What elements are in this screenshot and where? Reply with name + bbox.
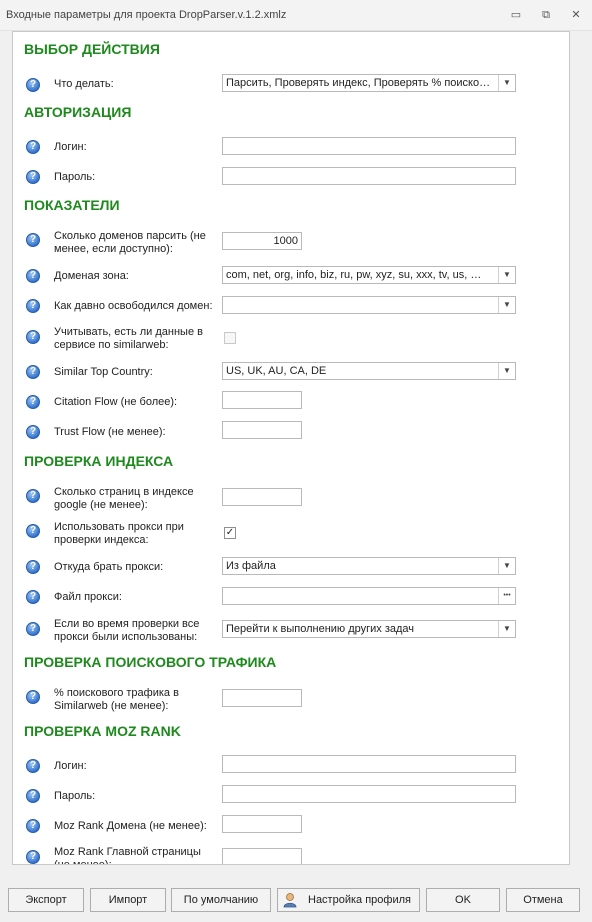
import-button[interactable]: Импорт (90, 888, 166, 912)
section-metrics: ПОКАЗАТЕЛИ (24, 197, 120, 213)
help-icon[interactable]: ? (26, 560, 40, 574)
trust-flow-label: Trust Flow (не менее): (54, 426, 166, 438)
chevron-down-icon[interactable]: ▼ (498, 621, 515, 637)
proxy-file-label: Файл прокси: (54, 591, 122, 603)
freed-when-label: Как давно освободился домен: (54, 300, 213, 312)
moz-main-page-label: Moz Rank Главной страницы (не менее): (54, 846, 201, 865)
similar-top-country-label: Similar Top Country: (54, 366, 153, 378)
section-action: ВЫБОР ДЕЙСТВИЯ (24, 41, 160, 57)
domain-count-field[interactable]: 1000 (222, 232, 302, 250)
password-field[interactable] (222, 167, 516, 185)
login-field[interactable] (222, 137, 516, 155)
help-icon[interactable]: ? (26, 395, 40, 409)
help-icon[interactable]: ? (26, 850, 40, 864)
moz-password-field[interactable] (222, 785, 516, 803)
citation-flow-field[interactable] (222, 391, 302, 409)
chevron-down-icon[interactable]: ▼ (498, 558, 515, 574)
moz-login-label: Логин: (54, 760, 87, 772)
help-icon[interactable]: ? (26, 170, 40, 184)
what-to-do-value: Парсить, Проверять индекс, Проверять % п… (226, 77, 491, 89)
similarweb-data-checkbox[interactable] (224, 332, 236, 344)
trust-flow-field[interactable] (222, 421, 302, 439)
section-auth: АВТОРИЗАЦИЯ (24, 104, 132, 120)
similarweb-data-label: Учитывать, есть ли данные в сервисе по s… (54, 326, 203, 351)
login-label: Логин: (54, 141, 87, 153)
domain-zone-label: Доменая зона: (54, 270, 129, 282)
what-to-do-select[interactable]: Парсить, Проверять индекс, Проверять % п… (222, 74, 516, 92)
proxy-file-field[interactable]: ••• (222, 587, 516, 605)
vertical-scrollbar[interactable]: ▲ ▼ (568, 32, 569, 864)
section-moz: ПРОВЕРКА MOZ RANK (24, 723, 181, 739)
help-icon[interactable]: ? (26, 590, 40, 604)
moz-login-field[interactable] (222, 755, 516, 773)
pages-in-index-field[interactable] (222, 488, 302, 506)
proxy-source-select[interactable]: Из файла ▼ (222, 557, 516, 575)
help-icon[interactable]: ? (26, 524, 40, 538)
help-icon[interactable]: ? (26, 233, 40, 247)
defaults-button[interactable]: По умолчанию (171, 888, 271, 912)
help-icon[interactable]: ? (26, 425, 40, 439)
user-icon (283, 892, 297, 908)
browse-icon[interactable]: ••• (498, 588, 515, 604)
citation-flow-label: Citation Flow (не более): (54, 396, 178, 408)
domain-count-label: Сколько доменов парсить (не менее, если … (54, 230, 206, 255)
moz-password-label: Пароль: (54, 790, 96, 802)
what-to-do-label: Что делать: (54, 78, 114, 90)
search-traffic-label: % поискового трафика в Similarweb (не ме… (54, 687, 179, 712)
settings-panel: ВЫБОР ДЕЙСТВИЯ ? Что делать: Парсить, Пр… (12, 31, 570, 865)
restore-icon[interactable]: ⧉ (538, 8, 554, 22)
help-icon[interactable]: ? (26, 789, 40, 803)
help-icon[interactable]: ? (26, 140, 40, 154)
help-icon[interactable]: ? (26, 299, 40, 313)
minimize-icon[interactable]: ▭ (508, 8, 524, 22)
chevron-down-icon[interactable]: ▼ (498, 297, 515, 313)
proxies-used-value: Перейти к выполнению других задач (226, 623, 415, 635)
close-icon[interactable]: ✕ (568, 8, 584, 22)
chevron-down-icon[interactable]: ▼ (498, 267, 515, 283)
chevron-down-icon[interactable]: ▼ (498, 363, 515, 379)
export-button[interactable]: Экспорт (8, 888, 84, 912)
help-icon[interactable]: ? (26, 489, 40, 503)
proxy-source-value: Из файла (226, 560, 276, 572)
help-icon[interactable]: ? (26, 819, 40, 833)
help-icon[interactable]: ? (26, 269, 40, 283)
cancel-button[interactable]: Отмена (506, 888, 580, 912)
domain-zone-value: com, net, org, info, biz, ru, pw, xyz, s… (226, 269, 482, 281)
section-index: ПРОВЕРКА ИНДЕКСА (24, 453, 174, 469)
profile-settings-label: Настройка профиля (308, 894, 411, 906)
help-icon[interactable]: ? (26, 365, 40, 379)
freed-when-select[interactable]: ▼ (222, 296, 516, 314)
proxies-used-label: Если во время проверки все прокси были и… (54, 618, 200, 643)
proxies-used-select[interactable]: Перейти к выполнению других задач ▼ (222, 620, 516, 638)
pages-in-index-label: Сколько страниц в индексе google (не мен… (54, 486, 194, 511)
use-proxy-label: Использовать прокси при проверки индекса… (54, 521, 184, 546)
chevron-down-icon[interactable]: ▼ (498, 75, 515, 91)
help-icon[interactable]: ? (26, 622, 40, 636)
profile-settings-button[interactable]: Настройка профиля (277, 888, 420, 912)
domain-zone-select[interactable]: com, net, org, info, biz, ru, pw, xyz, s… (222, 266, 516, 284)
password-label: Пароль: (54, 171, 96, 183)
proxy-source-label: Откуда брать прокси: (54, 561, 164, 573)
help-icon[interactable]: ? (26, 759, 40, 773)
help-icon[interactable]: ? (26, 78, 40, 92)
similar-top-country-select[interactable]: US, UK, AU, CA, DE ▼ (222, 362, 516, 380)
similar-top-country-value: US, UK, AU, CA, DE (226, 365, 327, 377)
help-icon[interactable]: ? (26, 690, 40, 704)
title-bar: Входные параметры для проекта DropParser… (0, 0, 592, 31)
window-title: Входные параметры для проекта DropParser… (6, 9, 287, 21)
moz-main-page-field[interactable] (222, 848, 302, 864)
use-proxy-checkbox[interactable]: ✓ (224, 527, 236, 539)
moz-domain-label: Moz Rank Домена (не менее): (54, 820, 207, 832)
help-icon[interactable]: ? (26, 330, 40, 344)
moz-domain-field[interactable] (222, 815, 302, 833)
section-traffic: ПРОВЕРКА ПОИСКОВОГО ТРАФИКА (24, 654, 277, 670)
search-traffic-field[interactable] (222, 689, 302, 707)
ok-button[interactable]: OK (426, 888, 500, 912)
